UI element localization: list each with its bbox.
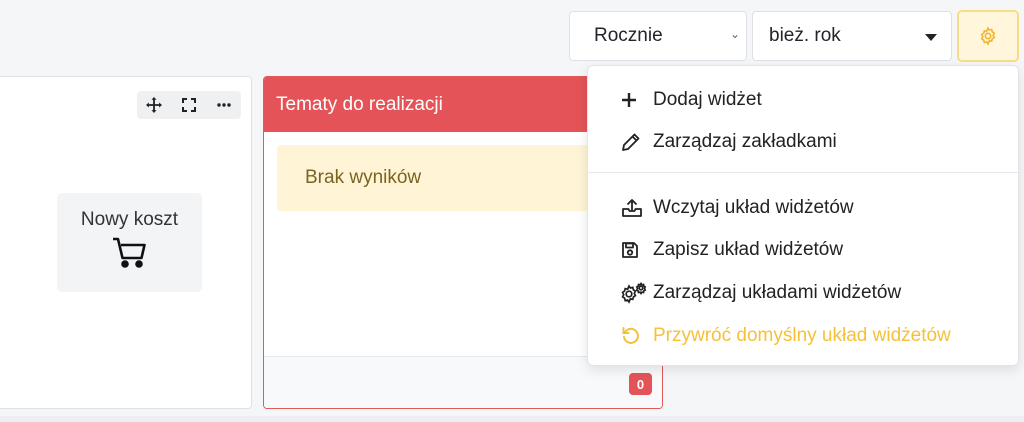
move-icon xyxy=(146,97,163,113)
menu-item-add-widget[interactable]: Dodaj widżet xyxy=(588,80,1018,120)
settings-button[interactable] xyxy=(957,10,1019,62)
fullscreen-icon xyxy=(181,98,196,112)
menu-item-label: Przywróć domyślny układ widżetów xyxy=(653,325,951,346)
widget-toolbar xyxy=(137,91,241,119)
chevron-down-icon: ⌄ xyxy=(729,27,740,41)
fullscreen-widget-button[interactable] xyxy=(175,93,203,117)
menu-item-label: Zarządzaj układami widżetów xyxy=(653,282,902,303)
count-badge: 0 xyxy=(629,373,652,395)
menu-item-manage-layouts[interactable]: Zarządzaj układami widżetów xyxy=(588,273,1018,313)
page-bottom-edge xyxy=(0,416,1024,422)
period-select-value: Rocznie xyxy=(594,25,663,46)
menu-item-label: Zapisz układ widżetów xyxy=(653,239,844,260)
widget-more-button[interactable] xyxy=(210,93,238,117)
plus-icon xyxy=(621,89,647,111)
quick-actions-widget: Nowy koszt xyxy=(0,76,252,409)
undo-icon xyxy=(621,325,647,347)
menu-item-restore-default-layout[interactable]: Przywróć domyślny układ widżetów xyxy=(588,316,1018,356)
top-toolbar: Rocznie ⌄ bież. rok xyxy=(0,0,1024,66)
menu-item-manage-tabs[interactable]: Zarządzaj zakładkami xyxy=(588,122,1018,162)
gear-icon xyxy=(980,26,996,46)
no-results-alert: Brak wyników xyxy=(277,145,617,211)
menu-divider xyxy=(588,172,1018,173)
pencil-icon xyxy=(621,131,647,153)
ellipsis-icon xyxy=(216,103,231,107)
floppy-disk-icon xyxy=(621,239,647,261)
new-cost-label: Nowy koszt xyxy=(80,209,179,230)
shopping-cart-icon xyxy=(57,237,202,274)
upload-tray-icon xyxy=(621,197,647,219)
settings-dropdown-menu: Dodaj widżet Zarządzaj zakładkami Wczyta… xyxy=(587,65,1019,366)
menu-item-label: Dodaj widżet xyxy=(653,89,762,110)
menu-item-label: Wczytaj układ widżetów xyxy=(653,197,854,218)
gears-icon xyxy=(621,282,647,304)
menu-item-label: Zarządzaj zakładkami xyxy=(653,131,837,152)
year-select-value: bież. rok xyxy=(769,25,841,46)
menu-item-save-layout[interactable]: Zapisz układ widżetów xyxy=(588,230,1018,270)
menu-item-load-layout[interactable]: Wczytaj układ widżetów xyxy=(588,188,1018,228)
period-select[interactable]: Rocznie ⌄ xyxy=(569,11,747,61)
new-cost-tile[interactable]: Nowy koszt xyxy=(57,193,202,292)
move-widget-button[interactable] xyxy=(140,93,168,117)
year-select[interactable]: bież. rok xyxy=(752,11,952,61)
caret-down-icon xyxy=(925,34,937,41)
